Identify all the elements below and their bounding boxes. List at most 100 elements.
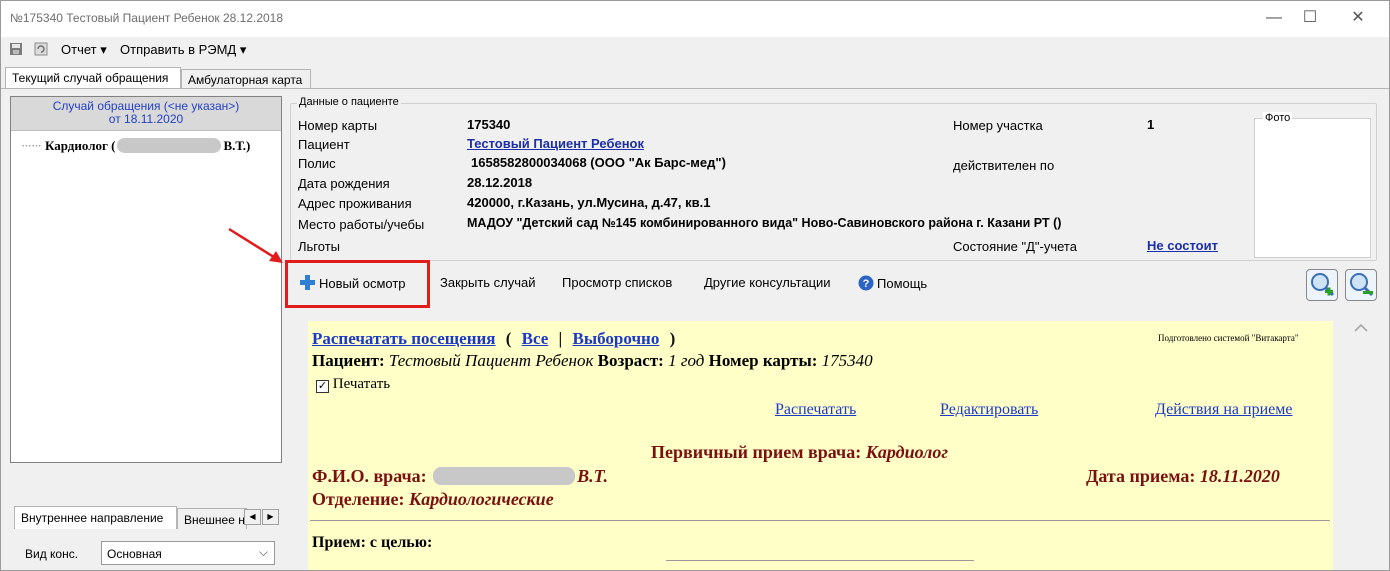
app-window: №175340 Тестовый Пациент Ребенок 28.12.2… xyxy=(0,0,1390,571)
d-status-link[interactable]: Не состоит xyxy=(1147,238,1218,253)
section-divider xyxy=(310,520,1330,521)
valid-until-label: действителен по xyxy=(953,158,1055,173)
doc-card-value: 175340 xyxy=(821,351,873,370)
actions-at-visit-link[interactable]: Действия на приеме xyxy=(1155,401,1292,419)
help-button[interactable]: ? Помощь xyxy=(858,275,927,294)
redacted-name xyxy=(117,138,222,153)
birth-date-label: Дата рождения xyxy=(298,176,390,191)
zoom-in-icon[interactable] xyxy=(1306,269,1338,301)
tree-connector: ······ xyxy=(21,138,42,153)
toolbar: Отчет ▾ Отправить в РЭМД ▾ xyxy=(1,39,1389,61)
red-arrow-annotation xyxy=(228,227,283,263)
svg-text:?: ? xyxy=(863,278,870,290)
refresh-icon[interactable] xyxy=(34,42,48,56)
tab-scroll-right-icon[interactable]: ▶ xyxy=(262,509,279,525)
maximize-button[interactable]: ☐ xyxy=(1293,7,1327,31)
print-checkbox-label: Печатать xyxy=(332,376,391,392)
view-lists-button[interactable]: Просмотр списков xyxy=(562,275,672,290)
visit-date-value: 18.11.2020 xyxy=(1199,466,1280,486)
all-link[interactable]: Все xyxy=(522,329,549,348)
tab-internal-direction[interactable]: Внутреннее направление xyxy=(14,506,177,529)
work-place-label: Место работы/учебы xyxy=(298,217,425,232)
patient-name-link[interactable]: Тестовый Пациент Ребенок xyxy=(467,136,644,151)
case-header[interactable]: Случай обращения (<не указан>) от 18.11.… xyxy=(11,97,281,131)
document-view: Распечатать посещения ( Все | Выборочно … xyxy=(308,321,1333,570)
case-date: от 18.11.2020 xyxy=(108,112,184,126)
purpose-label: Прием: с целью: xyxy=(312,534,433,551)
department-line: Отделение: Кардиологические xyxy=(312,489,554,510)
paren-close: ) xyxy=(669,329,676,348)
tab-current-case[interactable]: Текущий случай обращения xyxy=(5,67,181,89)
doc-age-value: 1 год xyxy=(668,351,705,370)
redacted-doctor-name xyxy=(433,467,576,485)
address-value: 420000, г.Казань, ул.Мусина, д.47, кв.1 xyxy=(467,195,711,210)
doctor-label: Ф.И.О. врача: xyxy=(312,466,427,486)
work-place-value: МАДОУ "Детский сад №145 комбинированного… xyxy=(467,216,1062,230)
separator: | xyxy=(558,329,563,348)
visit-heading: Первичный прием врача: Кардиолог xyxy=(651,442,948,463)
edit-link[interactable]: Редактировать xyxy=(940,401,1038,419)
policy-value: 1658582800034068 (ООО "Ак Барс-мед") xyxy=(471,155,726,170)
zoom-out-icon[interactable] xyxy=(1345,269,1377,301)
tree-item-suffix: В.Т.) xyxy=(223,138,251,153)
birth-date-value: 28.12.2018 xyxy=(467,175,533,190)
doc-card-label: Номер карты: xyxy=(708,351,818,370)
print-link[interactable]: Распечатать xyxy=(775,401,856,419)
tab-scroll-arrows: ◀ ▶ xyxy=(244,509,280,525)
print-visits-link[interactable]: Распечатать посещения xyxy=(312,329,495,348)
document-scrollbar[interactable] xyxy=(1341,311,1381,570)
close-case-button[interactable]: Закрыть случай xyxy=(440,275,536,290)
tree-item-prefix: Кардиолог ( xyxy=(44,138,116,153)
visit-date-label: Дата приема: xyxy=(1086,466,1196,486)
print-checkbox-row[interactable]: ✓ Печатать xyxy=(316,376,390,393)
doc-age-label: Возраст: xyxy=(597,351,664,370)
send-remd-menu[interactable]: Отправить в РЭМД ▾ xyxy=(120,42,246,58)
patient-label: Пациент xyxy=(298,137,350,152)
direction-tabs: Внутреннее направление Внешнее на ◀ ▶ xyxy=(10,506,282,529)
doctor-suffix: В.Т. xyxy=(577,466,608,486)
patient-group-title: Данные о пациенте xyxy=(297,96,401,108)
tree-item-cardiologist[interactable]: ······ Кардиолог ( В.Т.) xyxy=(21,138,250,154)
scroll-up-icon[interactable] xyxy=(1354,323,1368,332)
checkbox-checked-icon[interactable]: ✓ xyxy=(316,380,329,393)
address-label: Адрес проживания xyxy=(298,196,412,211)
help-label: Помощь xyxy=(877,276,928,291)
consult-type-select[interactable]: Основная ⌵ xyxy=(101,541,275,565)
other-consultations-button[interactable]: Другие консультации xyxy=(704,275,831,290)
card-number-value: 175340 xyxy=(467,117,511,132)
close-button[interactable]: ✕ xyxy=(1341,7,1375,31)
doctor-line: Ф.И.О. врача: В.Т. xyxy=(312,466,608,487)
policy-label: Полис xyxy=(298,156,336,171)
case-tree-panel: Случай обращения (<не указан>) от 18.11.… xyxy=(10,96,282,463)
chevron-down-icon: ⌵ xyxy=(258,545,268,559)
benefits-label: Льготы xyxy=(298,239,341,254)
tab-outpatient-card[interactable]: Амбулаторная карта xyxy=(181,69,311,89)
report-menu[interactable]: Отчет ▾ xyxy=(61,42,107,58)
window-title: №175340 Тестовый Пациент Ребенок 28.12.2… xyxy=(10,11,284,25)
district-label: Номер участка xyxy=(953,118,1043,133)
consult-type-label: Вид конс. xyxy=(25,547,79,561)
visit-heading-label: Первичный прием врача: xyxy=(651,442,862,462)
tab-scroll-left-icon[interactable]: ◀ xyxy=(244,509,261,525)
consult-type-value: Основная xyxy=(107,547,162,561)
prepared-by: Подготовлено системой "Витакарта" xyxy=(1158,333,1299,343)
action-bar: Новый осмотр Закрыть случай Просмотр спи… xyxy=(290,265,1382,299)
save-icon[interactable] xyxy=(9,42,23,56)
tab-divider xyxy=(1,88,1389,89)
highlight-box xyxy=(285,260,430,308)
photo-label: Фото xyxy=(1263,112,1293,124)
help-icon: ? xyxy=(858,275,874,294)
d-status-label: Состояние "Д"-учета xyxy=(953,239,1077,254)
tab-external-direction[interactable]: Внешнее на xyxy=(177,508,247,529)
selective-link[interactable]: Выборочно xyxy=(573,329,660,348)
title-bar: №175340 Тестовый Пациент Ребенок 28.12.2… xyxy=(1,1,1389,37)
print-visits-line: Распечатать посещения ( Все | Выборочно … xyxy=(312,329,675,349)
district-value: 1 xyxy=(1147,117,1155,132)
doc-patient-label: Пациент: xyxy=(312,351,385,370)
minimize-button[interactable]: — xyxy=(1257,7,1291,31)
department-value: Кардиологические xyxy=(409,489,554,509)
visit-date-line: Дата приема: 18.11.2020 xyxy=(1086,466,1280,487)
card-number-label: Номер карты xyxy=(298,118,378,133)
photo-box xyxy=(1254,118,1371,258)
visit-heading-value: Кардиолог xyxy=(865,442,949,462)
